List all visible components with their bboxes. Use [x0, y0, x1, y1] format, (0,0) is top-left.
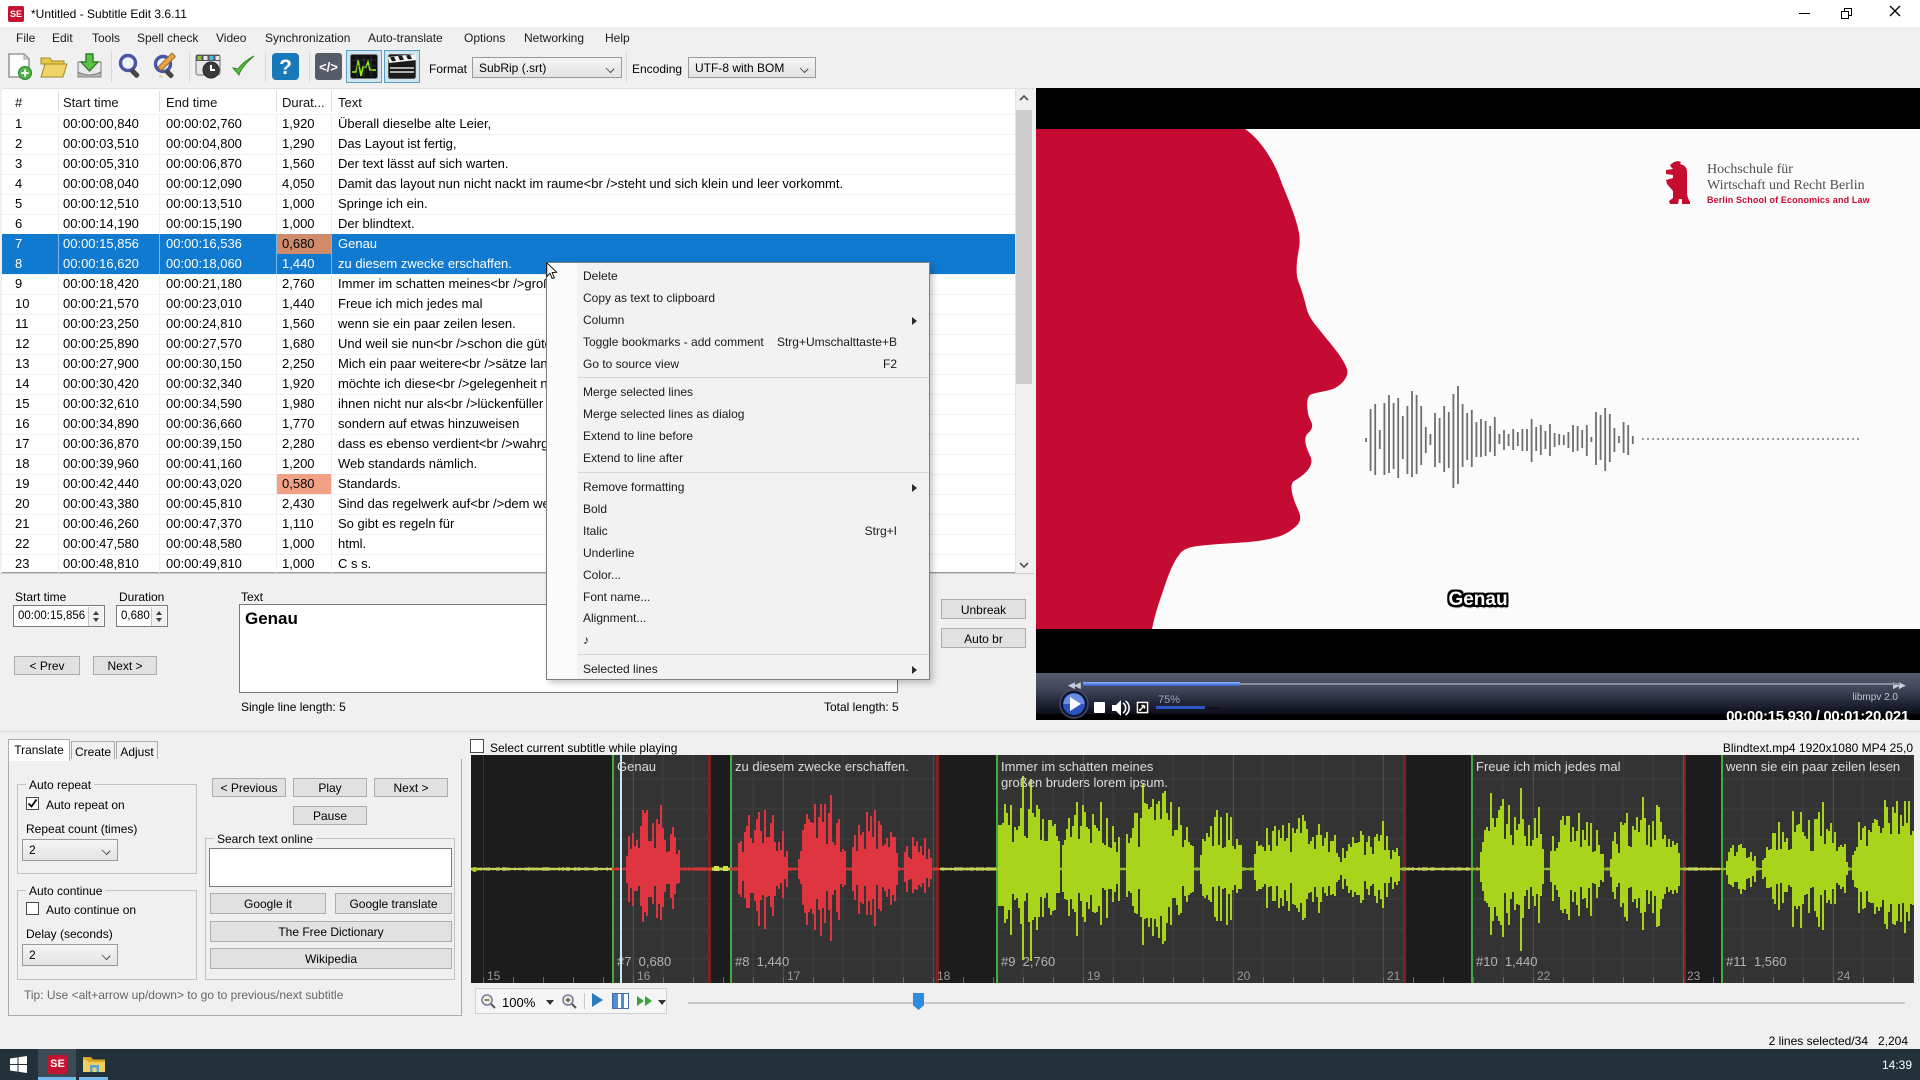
- svg-text:?: ?: [279, 56, 292, 79]
- svg-text:</>: </>: [319, 60, 338, 75]
